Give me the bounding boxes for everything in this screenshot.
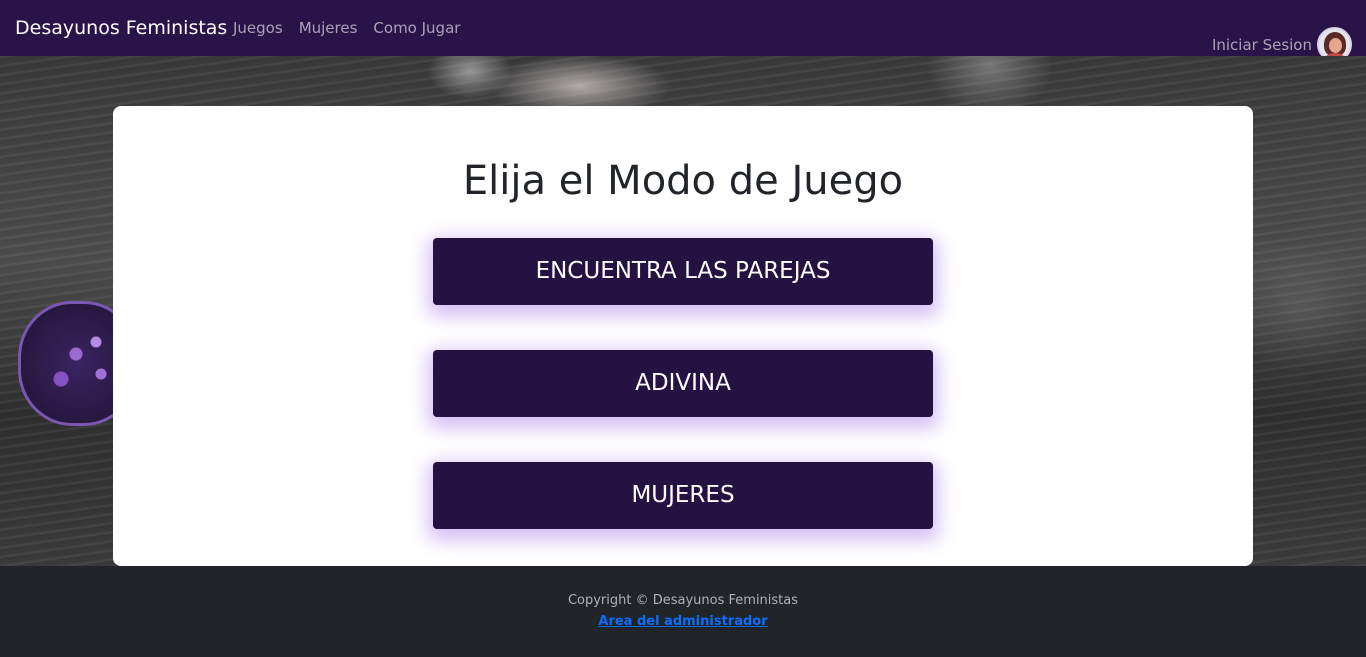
brand-link[interactable]: Desayunos Feministas [15,17,227,39]
admin-area-link[interactable]: Area del administrador [0,614,1366,630]
copyright-text: Copyright © Desayunos Feministas [567,593,799,608]
nav-link-como-jugar[interactable]: Como Jugar [373,19,460,37]
login-link[interactable]: Iniciar Sesion [1212,36,1312,54]
nav-link-mujeres[interactable]: Mujeres [299,19,358,37]
footer: Copyright © Desayunos Feministas Area de… [0,566,1366,657]
nav-link-juegos[interactable]: Juegos [233,19,283,37]
mujeres-button[interactable]: MUJERES [433,462,933,529]
game-mode-card: Elija el Modo de Juego ENCUENTRA LAS PAR… [113,106,1253,566]
navbar: Desayunos Feministas Juegos Mujeres Como… [0,0,1366,62]
page-title: Elija el Modo de Juego [462,158,904,204]
nav-links: Juegos Mujeres Como Jugar [233,19,460,37]
adivina-button[interactable]: ADIVINA [433,350,933,417]
encuentra-las-parejas-button[interactable]: ENCUENTRA LAS PAREJAS [433,238,933,305]
